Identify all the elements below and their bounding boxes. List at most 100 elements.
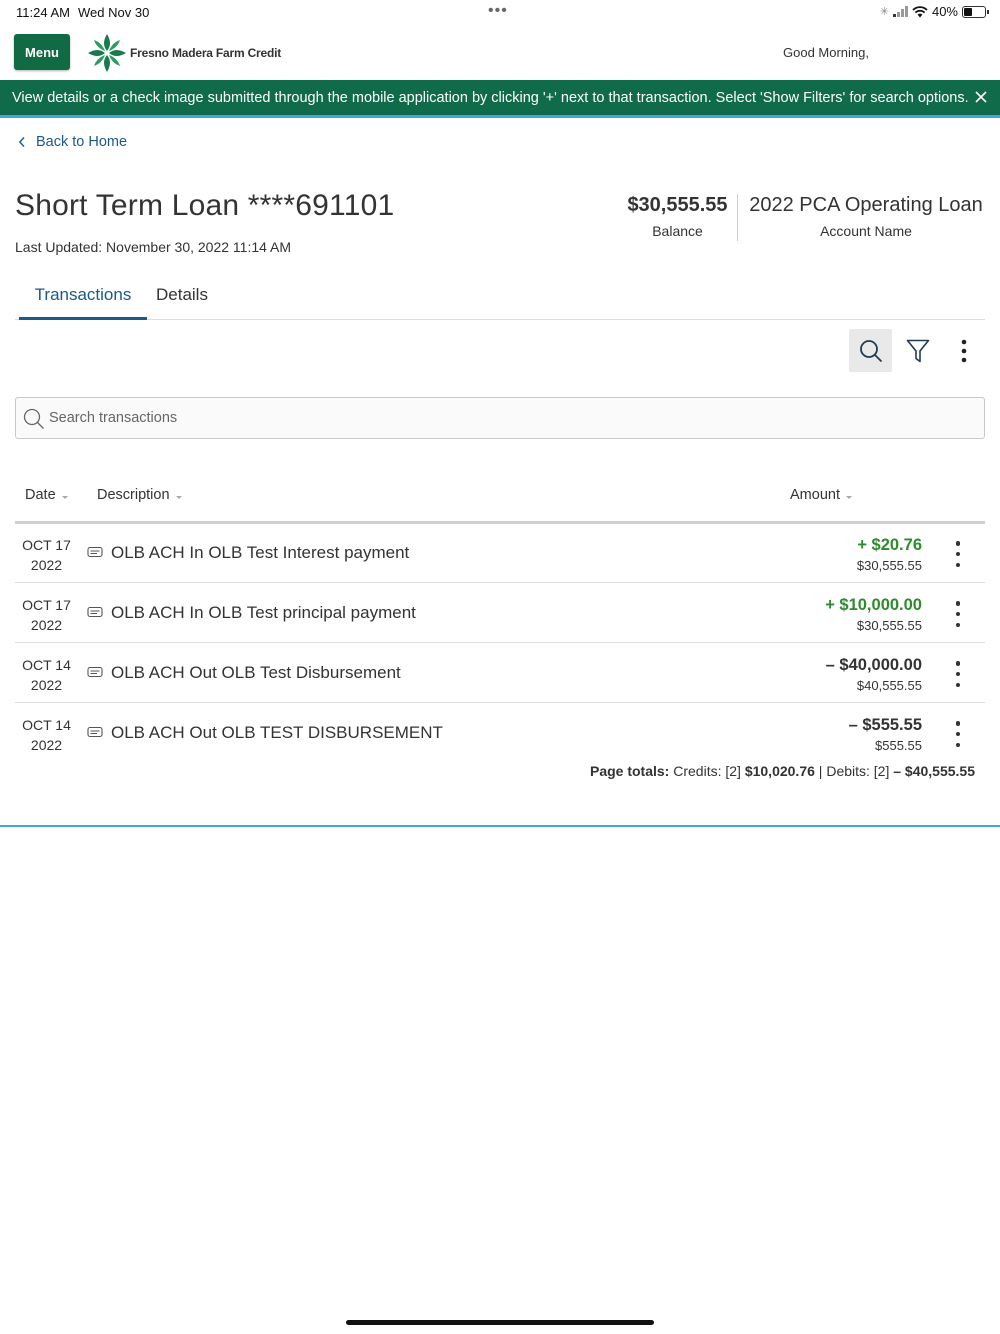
- wifi-icon: [912, 5, 928, 17]
- column-header-amount[interactable]: Amount: [790, 487, 852, 503]
- transaction-amount: – $555.55 $555.55: [849, 714, 922, 756]
- column-header-description[interactable]: Description: [97, 487, 182, 503]
- row-actions-menu-icon[interactable]: [951, 661, 965, 687]
- status-bar: 11:24 AM Wed Nov 30 ••• ✳ 40%: [0, 0, 1000, 24]
- last-updated: Last Updated: November 30, 2022 11:14 AM: [15, 239, 292, 255]
- credits-total: $10,020.76: [744, 763, 815, 779]
- transaction-amount: + $10,000.00 $30,555.55: [825, 594, 922, 636]
- balance-value: $30,555.55: [627, 194, 728, 216]
- summary-divider: [737, 194, 738, 241]
- transaction-description: OLB ACH In OLB Test Interest payment: [111, 543, 410, 562]
- content-bottom-rule: [0, 825, 1000, 827]
- filter-icon: [906, 339, 929, 362]
- ach-transfer-icon: [87, 546, 103, 558]
- debits-total: – $40,555.55: [893, 763, 975, 779]
- amount-value: – $555.55: [848, 716, 922, 734]
- running-balance: $40,555.55: [856, 678, 922, 693]
- back-link-label: Back to Home: [36, 134, 128, 150]
- leaf-cross-logo-icon: [88, 34, 126, 72]
- transaction-description: OLB ACH Out OLB Test Disbursement: [111, 663, 401, 682]
- row-actions-menu-icon[interactable]: [951, 601, 965, 627]
- brand-name: Fresno Madera Farm Credit: [130, 46, 282, 60]
- running-balance: $30,555.55: [856, 558, 922, 573]
- transaction-date: OCT 14 2022: [15, 655, 78, 695]
- amount-value: – $40,000.00: [825, 656, 922, 674]
- row-actions-menu-icon[interactable]: [951, 541, 965, 567]
- ach-transfer-icon: [87, 606, 103, 618]
- column-header-date[interactable]: Date: [25, 487, 68, 503]
- status-time: 11:24 AM: [16, 5, 70, 20]
- status-date: Wed Nov 30: [78, 5, 150, 20]
- transaction-amount: – $40,000.00 $40,555.55: [826, 654, 922, 696]
- search-icon: [23, 408, 44, 429]
- status-indicators: ✳ 40%: [879, 4, 989, 19]
- sort-caret-icon: [175, 495, 182, 499]
- home-indicator[interactable]: [346, 1320, 654, 1325]
- running-balance: $30,555.55: [856, 618, 922, 633]
- search-icon: [859, 339, 882, 362]
- transaction-amount: + $20.76 $30,555.55: [857, 534, 922, 576]
- running-balance: $555.55: [875, 738, 922, 753]
- search-toggle-button[interactable]: [849, 329, 892, 372]
- table-row[interactable]: OCT 14 2022 OLB ACH Out OLB Test Disburs…: [15, 644, 985, 703]
- search-input[interactable]: [49, 398, 969, 438]
- activity-spinner-icon: ✳: [879, 6, 889, 18]
- more-options-button[interactable]: [942, 329, 985, 372]
- date-year: 2022: [30, 557, 63, 573]
- amount-value: + $20.76: [857, 536, 922, 554]
- date-month-day: OCT 17: [22, 537, 71, 553]
- transaction-description: OLB ACH In OLB Test principal payment: [111, 603, 416, 622]
- date-month-day: OCT 14: [22, 717, 71, 733]
- sort-caret-icon: [61, 495, 68, 499]
- cellular-signal-icon: [892, 6, 908, 17]
- account-name-label: Account Name: [820, 223, 912, 239]
- menu-button[interactable]: Menu: [14, 34, 70, 70]
- column-header-label: Amount: [790, 487, 840, 503]
- debits-label: Debits: [2]: [826, 763, 890, 779]
- back-to-home-link[interactable]: Back to Home: [18, 134, 127, 150]
- greeting-text: Good Morning,: [783, 45, 869, 60]
- tab-transactions[interactable]: Transactions: [19, 285, 147, 320]
- amount-value: + $10,000.00: [825, 596, 922, 614]
- filter-button[interactable]: [896, 329, 939, 372]
- totals-separator: |: [818, 763, 823, 779]
- sort-caret-icon: [845, 495, 852, 499]
- ach-transfer-icon: [87, 666, 103, 678]
- account-name-summary: 2022 PCA Operating Loan Account Name: [745, 194, 987, 239]
- transaction-description: OLB ACH Out OLB TEST DISBURSEMENT: [111, 723, 443, 742]
- banner-message: View details or a check image submitted …: [12, 90, 969, 106]
- brand-logo[interactable]: Fresno Madera Farm Credit: [86, 32, 281, 74]
- date-year: 2022: [30, 617, 63, 633]
- search-field: [15, 397, 985, 439]
- table-row[interactable]: OCT 17 2022 OLB ACH In OLB Test Interest…: [15, 524, 985, 583]
- balance-label: Balance: [652, 223, 703, 239]
- account-name-value: 2022 PCA Operating Loan: [749, 194, 983, 216]
- app-header: Menu Fresno Madera Farm Credit Good Morn…: [0, 24, 1000, 80]
- table-row[interactable]: OCT 17 2022 OLB ACH In OLB Test principa…: [15, 584, 985, 643]
- table-row[interactable]: OCT 14 2022 OLB ACH Out OLB TEST DISBURS…: [15, 704, 985, 763]
- more-vertical-icon: [961, 339, 966, 362]
- close-icon[interactable]: [972, 88, 990, 106]
- transaction-date: OCT 14 2022: [15, 715, 78, 755]
- row-actions-menu-icon[interactable]: [951, 721, 965, 747]
- date-year: 2022: [30, 677, 63, 693]
- date-month-day: OCT 17: [22, 597, 71, 613]
- account-tabs: Transactions Details: [15, 280, 985, 320]
- transaction-date: OCT 17 2022: [15, 595, 78, 635]
- transaction-date: OCT 17 2022: [15, 535, 78, 575]
- date-year: 2022: [30, 737, 63, 753]
- date-month-day: OCT 14: [22, 657, 71, 673]
- tab-details[interactable]: Details: [156, 285, 208, 317]
- info-banner: View details or a check image submitted …: [0, 80, 1000, 118]
- page-totals: Page totals: Credits: [2] $10,020.76 | D…: [590, 763, 975, 779]
- page-title: Short Term Loan ****691101: [15, 189, 395, 222]
- battery-percent: 40%: [931, 4, 958, 19]
- totals-label: Page totals:: [589, 763, 670, 779]
- battery-icon: [962, 5, 989, 18]
- balance-summary: $30,555.55 Balance: [620, 194, 735, 239]
- chevron-left-icon: [18, 137, 25, 147]
- credits-label: Credits: [2]: [673, 763, 741, 779]
- multitasking-dots-icon[interactable]: •••: [488, 2, 508, 20]
- ach-transfer-icon: [87, 726, 103, 738]
- column-header-label: Description: [97, 487, 170, 503]
